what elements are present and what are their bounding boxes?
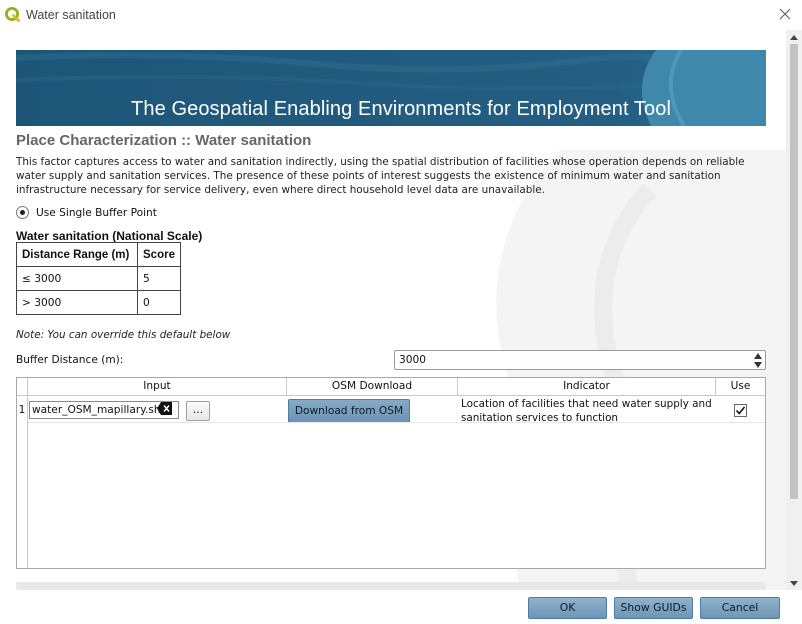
single-buffer-radio[interactable]: Use Single Buffer Point [16,206,157,219]
header-score: Score [137,242,181,267]
buffer-distance-label: Buffer Distance (m): [16,354,124,366]
score-cell: 0 [137,290,181,315]
radio-label: Use Single Buffer Point [36,206,157,219]
browse-button[interactable]: ... [186,401,210,421]
dialog-content: The Geospatial Enabling Environments for… [0,30,786,590]
spin-up-icon[interactable] [751,351,765,360]
row-separator [28,422,765,423]
checkmark-icon [735,406,746,415]
score-table-header: Distance Range (m) Score [16,242,181,267]
buffer-distance-spinbox[interactable]: 3000 [394,350,766,370]
score-table: Distance Range (m) Score ≤ 3000 5 > 3000… [16,242,181,315]
score-cell: 5 [137,266,181,291]
header-input[interactable]: Input [28,378,287,396]
clear-icon[interactable] [157,402,172,415]
table-row: ≤ 3000 5 [16,266,181,291]
scrollbar-thumb[interactable] [790,44,798,499]
title-bar: Water sanitation [0,0,802,30]
use-checkbox[interactable] [734,404,747,417]
radio-button-icon[interactable] [16,206,29,219]
factor-description: This factor captures access to water and… [16,156,745,196]
distance-cell: > 3000 [16,290,138,315]
header-osm-download[interactable]: OSM Download [287,378,458,396]
section-title: Place Characterization :: Water sanitati… [16,132,312,149]
table-row: > 3000 0 [16,290,181,315]
header-use[interactable]: Use [716,378,765,396]
banner-title: The Geospatial Enabling Environments for… [131,98,671,120]
window-title: Water sanitation [26,8,116,22]
header-distance-range: Distance Range (m) [16,242,138,267]
qgis-logo-icon [5,7,20,22]
close-icon[interactable] [777,6,793,22]
cancel-button[interactable]: Cancel [700,597,780,619]
scroll-down-icon[interactable] [786,576,802,590]
scale-table-title: Water sanitation (National Scale) [16,229,203,243]
override-note: Note: You can override this default belo… [16,329,231,341]
vertical-scrollbar[interactable] [786,30,802,590]
indicator-text: Location of facilities that need water s… [461,398,712,424]
ok-button[interactable]: OK [528,597,607,619]
show-guids-button[interactable]: Show GUIDs [614,597,693,619]
horizontal-scrollbar[interactable] [16,582,766,590]
scroll-up-icon[interactable] [786,30,802,44]
input-table: Input OSM Download Indicator Use 1 water… [16,377,766,569]
spin-down-icon[interactable] [751,360,765,369]
header-corner [17,378,28,396]
header-indicator[interactable]: Indicator [458,378,716,396]
distance-cell: ≤ 3000 [16,266,138,291]
spin-buttons[interactable] [751,351,765,369]
row-number: 1 [17,396,28,568]
buffer-distance-value[interactable]: 3000 [399,354,426,366]
download-from-osm-button[interactable]: Download from OSM [288,399,410,423]
banner: The Geospatial Enabling Environments for… [16,50,766,126]
